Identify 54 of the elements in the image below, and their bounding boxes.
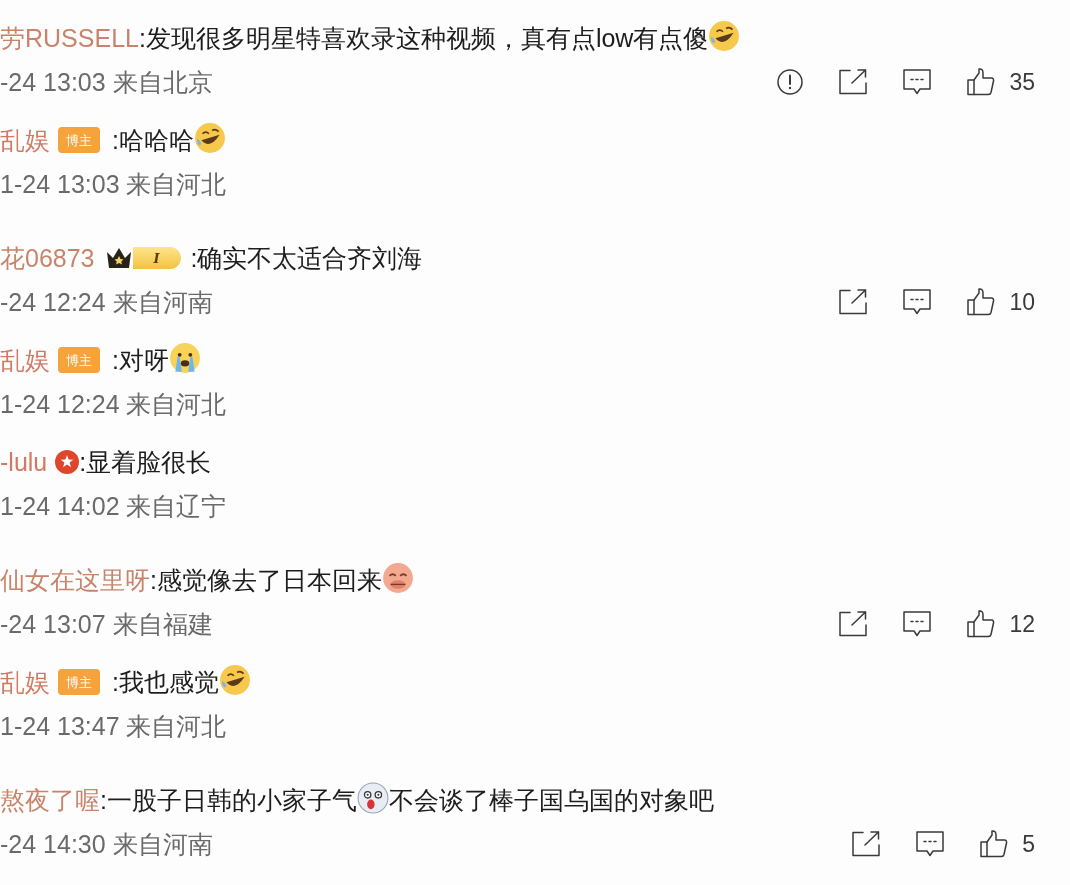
- share-icon[interactable]: [839, 289, 868, 315]
- user-name[interactable]: 劳RUSSELL: [0, 25, 139, 51]
- laughing-face-icon: [193, 122, 226, 154]
- user-name[interactable]: 花06873: [0, 245, 95, 271]
- comment-text: 不会谈了棒子国乌国的对象吧: [388, 787, 714, 813]
- share-icon[interactable]: [839, 69, 868, 95]
- blogger-badge: 博主: [58, 347, 100, 373]
- like-count: 35: [1009, 70, 1035, 94]
- comment-time-location: -24 12:24 来自河南: [0, 289, 213, 315]
- comment-icon[interactable]: [903, 289, 932, 315]
- like-count: 12: [1009, 612, 1035, 636]
- comment-text: :显着脸很长: [79, 449, 212, 475]
- user-name[interactable]: 乱娱: [0, 347, 50, 373]
- comment-time-location: 1-24 13:03 来自河北: [0, 171, 227, 197]
- user-name[interactable]: 仙女在这里呀: [0, 567, 150, 593]
- comment-time-location: -24 13:07 来自福建: [0, 611, 213, 637]
- comment-time-location: -24 14:30 来自河南: [0, 831, 213, 857]
- blogger-badge: 博主: [58, 669, 100, 695]
- user-name[interactable]: -lulu: [0, 449, 48, 475]
- comment-text: :对呀: [112, 347, 169, 373]
- comment-time-location: 1-24 12:24 来自河北: [0, 391, 227, 417]
- blushing-face-icon: [381, 562, 414, 594]
- laughing-face-icon: [708, 20, 741, 52]
- comment-text: :我也感觉: [112, 669, 219, 695]
- flower-emblem-icon: [55, 450, 80, 474]
- thumbs-up-icon[interactable]: [967, 610, 996, 638]
- level-badge: I: [132, 247, 181, 269]
- thumbs-up-icon[interactable]: [967, 288, 996, 316]
- thumbs-up-icon[interactable]: [980, 830, 1009, 858]
- share-icon[interactable]: [852, 831, 881, 857]
- comment-time-location: -24 13:03 来自北京: [0, 69, 213, 95]
- thumbs-up-icon[interactable]: [967, 68, 996, 96]
- comment-text: :发现很多明星特喜欢录这种视频，真有点low有点傻: [138, 25, 709, 51]
- comment-text: :一股子日韩的小家子气: [100, 787, 357, 813]
- comment-icon[interactable]: [903, 69, 932, 95]
- alert-icon[interactable]: [777, 69, 804, 95]
- comment-icon[interactable]: [916, 831, 945, 857]
- user-name[interactable]: 乱娱: [0, 669, 50, 695]
- comment-text: :确实不太适合齐刘海: [190, 245, 423, 271]
- laughing-face-icon: [218, 664, 251, 696]
- share-icon[interactable]: [839, 611, 868, 637]
- shocked-face-icon: [356, 782, 389, 814]
- comment-text: :哈哈哈: [112, 127, 194, 153]
- crown-icon: [104, 246, 133, 270]
- crying-face-icon: [168, 342, 201, 374]
- like-count: 10: [1009, 290, 1035, 314]
- comment-time-location: 1-24 14:02 来自辽宁: [0, 493, 227, 519]
- user-name[interactable]: 乱娱: [0, 127, 50, 153]
- like-count: 5: [1022, 832, 1035, 856]
- comment-text: :感觉像去了日本回来: [150, 567, 382, 593]
- blogger-badge: 博主: [58, 127, 100, 153]
- comment-time-location: 1-24 13:47 来自河北: [0, 713, 227, 739]
- user-name[interactable]: 熬夜了喔: [0, 787, 100, 813]
- comment-icon[interactable]: [903, 611, 932, 637]
